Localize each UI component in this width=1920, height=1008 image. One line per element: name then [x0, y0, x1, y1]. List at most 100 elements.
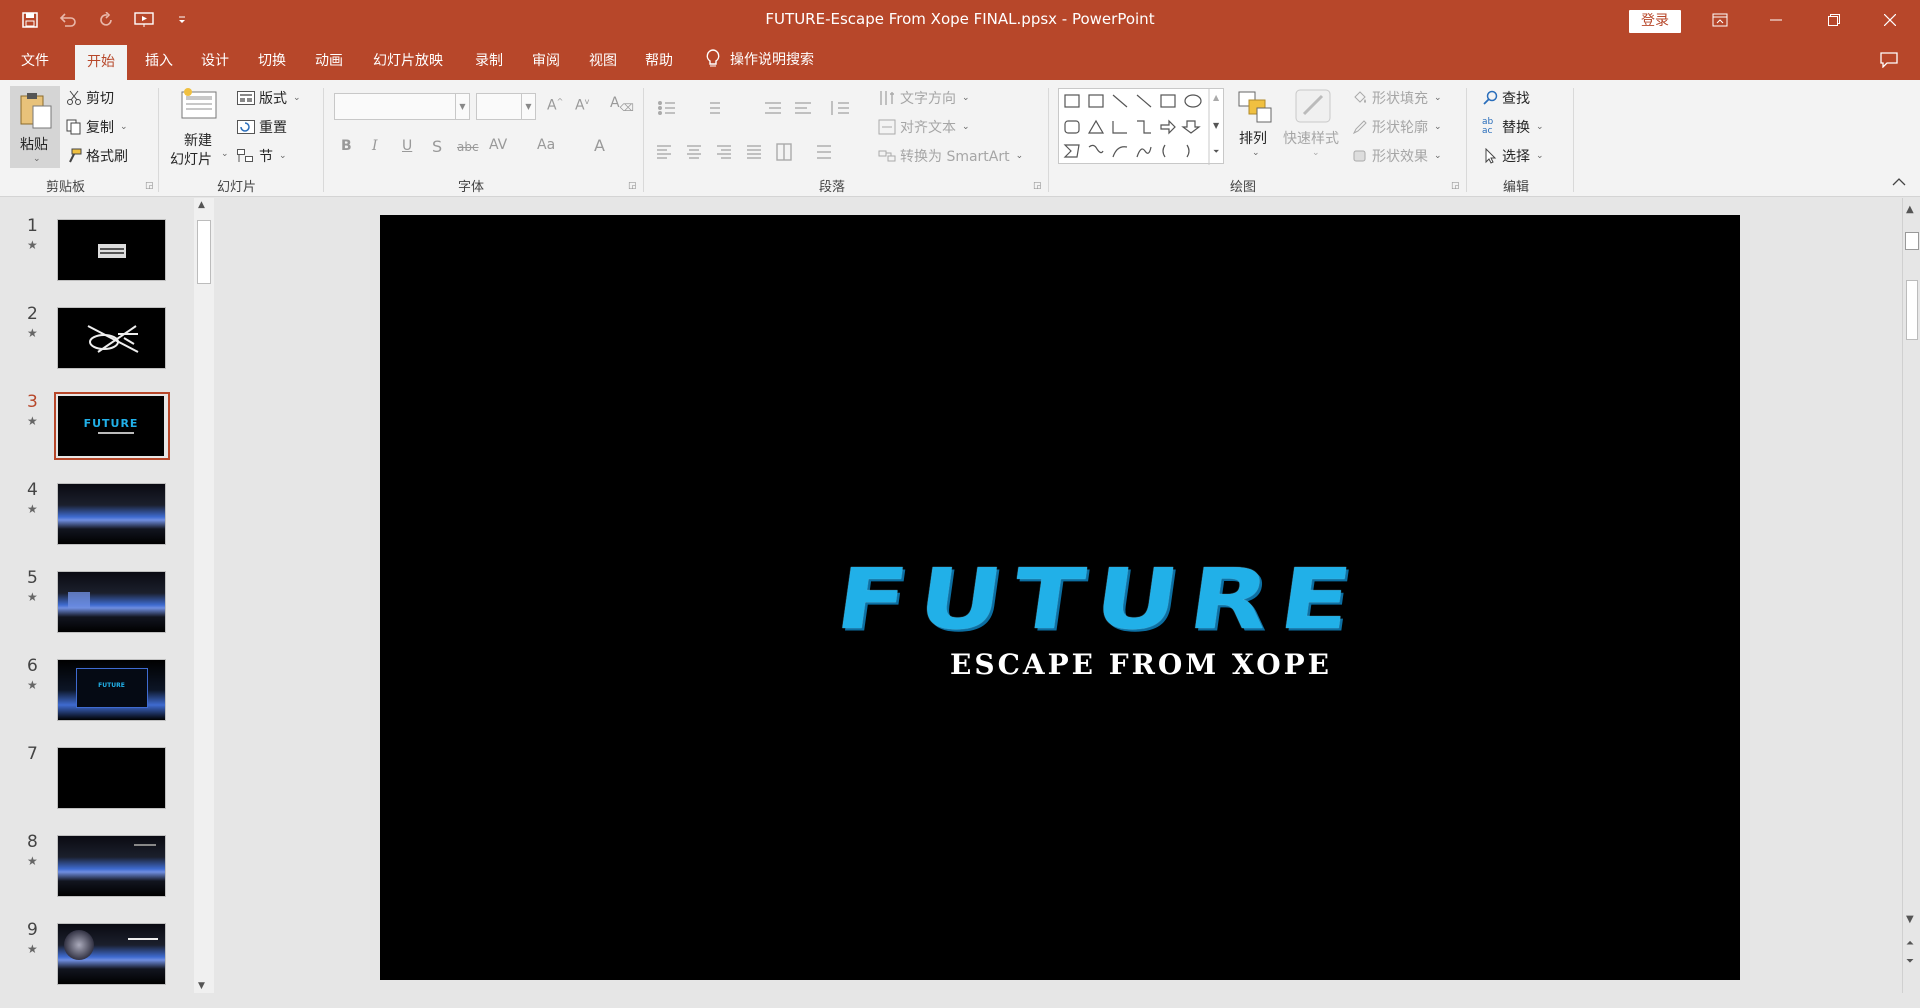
gallery-scroll-up-icon[interactable]: ▲ — [1213, 93, 1219, 102]
replace-dropdown-icon[interactable]: ⌄ — [1536, 122, 1544, 132]
cut-button[interactable]: 剪切 — [66, 88, 114, 108]
quick-styles-dropdown-icon[interactable]: ⌄ — [1312, 148, 1320, 158]
select-button[interactable]: 选择 ⌄ — [1482, 146, 1544, 166]
scroll-down-icon[interactable]: ▼ — [198, 981, 205, 991]
text-direction-dropdown-icon[interactable]: ⌄ — [962, 93, 970, 103]
section-button[interactable]: 节 ⌄ — [237, 146, 287, 166]
shape-fill-button[interactable]: 形状填充 ⌄ — [1352, 88, 1442, 108]
close-icon[interactable] — [1867, 0, 1913, 40]
text-direction-button[interactable]: 文字方向 ⌄ — [878, 88, 970, 108]
convert-smartart-button[interactable]: 转换为 SmartArt ⌄ — [878, 146, 1023, 166]
login-button[interactable]: 登录 — [1629, 10, 1681, 33]
tab-animations[interactable]: 动画 — [315, 50, 343, 70]
slide-thumbnail[interactable]: 3 ★ FUTURE — [0, 391, 190, 480]
slide-title[interactable]: FUTURE — [831, 551, 1370, 649]
thumbnail-scrollbar[interactable]: ▲ ▼ — [194, 198, 214, 993]
slide-thumbnail[interactable]: 1 ★ — [0, 216, 190, 304]
previous-slide-icon[interactable]: ⏶ — [1906, 938, 1914, 949]
slide-thumbnail[interactable]: 2 ★ — [0, 304, 190, 392]
slide-thumbnail[interactable]: 6 ★ FUTURE — [0, 656, 190, 744]
character-spacing-button[interactable]: AV — [489, 137, 507, 153]
clipboard-launcher-icon[interactable]: ◲ — [145, 181, 154, 191]
paste-button[interactable]: 粘贴 ⌄ — [10, 86, 60, 168]
shape-fill-dropdown-icon[interactable]: ⌄ — [1434, 93, 1442, 103]
arrange-button[interactable]: 排列 ⌄ — [1234, 88, 1276, 172]
section-dropdown-icon[interactable]: ⌄ — [279, 151, 287, 161]
tab-insert[interactable]: 插入 — [145, 50, 173, 70]
scroll-up-icon[interactable]: ▲ — [1906, 204, 1914, 215]
slide-scrollbar[interactable]: ▲ ▼ ⏶ ⏷ — [1902, 198, 1920, 993]
slide-thumbnail[interactable]: 4 ★ — [0, 480, 190, 568]
scrollbar-box[interactable] — [1905, 232, 1919, 250]
slide-thumbnail[interactable]: 5 ★ — [0, 568, 190, 656]
find-button[interactable]: 查找 — [1482, 88, 1530, 108]
scrollbar-thumb[interactable] — [1906, 280, 1918, 340]
select-dropdown-icon[interactable]: ⌄ — [1536, 151, 1544, 161]
minimize-icon[interactable] — [1753, 0, 1799, 40]
scrollbar-thumb[interactable] — [197, 220, 211, 284]
font-name-combo[interactable]: ▼ — [334, 93, 470, 120]
scroll-down-icon[interactable]: ▼ — [1906, 914, 1914, 925]
shape-outline-dropdown-icon[interactable]: ⌄ — [1434, 122, 1442, 132]
gallery-more-icon[interactable]: ⏷ — [1213, 147, 1219, 157]
copy-dropdown-icon[interactable]: ⌄ — [120, 122, 128, 132]
font-launcher-icon[interactable]: ◲ — [628, 181, 637, 191]
restore-icon[interactable] — [1811, 0, 1857, 40]
layout-button[interactable]: 版式 ⌄ — [237, 88, 301, 108]
font-color-button[interactable]: A — [594, 136, 605, 155]
slide-thumbnail[interactable]: 7 — [0, 744, 190, 832]
scroll-up-icon[interactable]: ▲ — [198, 200, 205, 210]
next-slide-icon[interactable]: ⏷ — [1906, 956, 1914, 967]
tab-design[interactable]: 设计 — [201, 50, 229, 70]
chevron-down-icon[interactable]: ▼ — [521, 94, 535, 119]
layout-dropdown-icon[interactable]: ⌄ — [293, 93, 301, 103]
comments-icon[interactable] — [1880, 52, 1898, 68]
tab-home[interactable]: 开始 — [75, 45, 127, 80]
paste-dropdown-icon[interactable]: ⌄ — [33, 154, 41, 164]
smartart-dropdown-icon[interactable]: ⌄ — [1016, 151, 1024, 161]
ribbon-display-options-icon[interactable] — [1697, 0, 1743, 40]
new-slide-button[interactable]: 新建 幻灯片 ⌄ — [168, 88, 230, 172]
paragraph-launcher-icon[interactable]: ◲ — [1033, 181, 1042, 191]
chevron-down-icon[interactable]: ▼ — [455, 94, 469, 119]
font-size-combo[interactable]: ▼ — [476, 93, 536, 120]
text-shadow-button[interactable]: S — [432, 137, 442, 156]
shapes-gallery[interactable]: ▲ ▼ ⏷ — [1058, 88, 1224, 165]
tab-file[interactable]: 文件 — [21, 50, 49, 70]
slide-title-container: FUTURE — [380, 540, 1740, 659]
quick-styles-button[interactable]: 快速样式 ⌄ — [1282, 88, 1344, 172]
increase-font-icon[interactable]: A^ — [547, 97, 563, 114]
shape-effects-button[interactable]: 形状效果 ⌄ — [1352, 146, 1442, 166]
collapse-ribbon-icon[interactable] — [1892, 178, 1906, 186]
arrange-dropdown-icon[interactable]: ⌄ — [1252, 148, 1260, 158]
tab-record[interactable]: 录制 — [475, 50, 503, 70]
slide-thumbnail[interactable]: 9 ★ — [0, 920, 190, 1008]
underline-button[interactable]: U — [402, 138, 412, 154]
clear-formatting-icon[interactable]: A⌫ — [610, 95, 634, 114]
replace-button[interactable]: ab ac 替换 ⌄ — [1482, 117, 1544, 137]
italic-button[interactable]: I — [372, 138, 378, 154]
strikethrough-button[interactable]: abc — [457, 140, 479, 154]
slide-thumbnail[interactable]: 8 ★ — [0, 832, 190, 920]
tab-slideshow[interactable]: 幻灯片放映 — [373, 50, 443, 70]
shape-effects-dropdown-icon[interactable]: ⌄ — [1434, 151, 1442, 161]
copy-button[interactable]: 复制 ⌄ — [66, 117, 128, 137]
format-painter-button[interactable]: 格式刷 — [66, 146, 128, 166]
change-case-button[interactable]: Aa — [537, 137, 555, 153]
tell-me-search[interactable]: 操作说明搜索 — [706, 49, 814, 69]
shape-outline-button[interactable]: 形状轮廓 ⌄ — [1352, 117, 1442, 137]
reset-button[interactable]: 重置 — [237, 117, 287, 137]
align-text-button[interactable]: 对齐文本 ⌄ — [878, 117, 970, 137]
decrease-font-icon[interactable]: Av — [575, 97, 589, 114]
tab-transitions[interactable]: 切换 — [258, 50, 286, 70]
tab-help[interactable]: 帮助 — [645, 50, 673, 70]
align-text-dropdown-icon[interactable]: ⌄ — [962, 122, 970, 132]
slide-canvas[interactable]: FUTURE ESCAPE FROM XOPE — [380, 215, 1740, 980]
new-slide-dropdown-icon[interactable]: ⌄ — [221, 149, 229, 159]
tab-review[interactable]: 审阅 — [532, 50, 560, 70]
drawing-launcher-icon[interactable]: ◲ — [1451, 181, 1460, 191]
tab-view[interactable]: 视图 — [589, 50, 617, 70]
slide-subtitle[interactable]: ESCAPE FROM XOPE — [950, 648, 1332, 681]
bold-button[interactable]: B — [341, 138, 352, 154]
gallery-scroll-down-icon[interactable]: ▼ — [1213, 121, 1219, 130]
